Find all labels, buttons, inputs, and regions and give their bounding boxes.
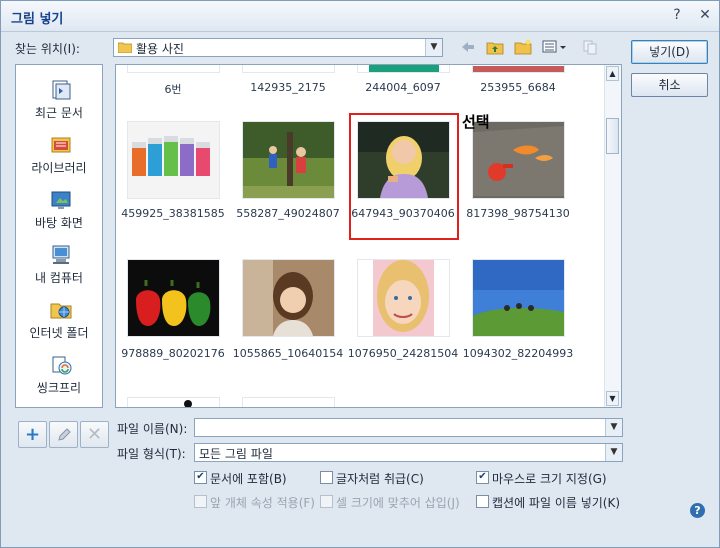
title-bar: 그림 넣기 ? ✕ — [1, 1, 719, 32]
place-label: 내 컴퓨터 — [35, 271, 83, 285]
checkbox[interactable]: ✔ — [476, 471, 489, 484]
file-name[interactable]: 978889_80202176 — [116, 347, 233, 360]
file-thumbnail[interactable] — [357, 259, 450, 337]
help-icon[interactable]: ? — [690, 503, 705, 518]
file-name[interactable]: 1076950_24281504 — [343, 347, 463, 360]
pencil-icon — [57, 428, 71, 441]
place-my-computer[interactable]: 내 컴퓨터 — [16, 244, 102, 294]
file-thumbnail[interactable] — [357, 65, 450, 73]
vertical-scrollbar[interactable]: ▲ ▼ — [604, 65, 621, 407]
internet-folder-icon — [50, 303, 72, 319]
selection-annotation: 선택 — [462, 113, 490, 131]
place-label: 최근 문서 — [35, 106, 83, 120]
file-name[interactable]: 253955_6684 — [458, 81, 578, 94]
selection-highlight — [349, 113, 459, 240]
file-thumbnail[interactable] — [127, 65, 220, 73]
file-name[interactable]: 817398_98754130 — [458, 207, 578, 220]
place-desktop[interactable]: 바탕 화면 — [16, 189, 102, 239]
option-label: 문서에 포함(B) — [210, 472, 287, 486]
option-label: 글자처럼 취급(C) — [336, 472, 424, 486]
file-thumbnail[interactable] — [127, 121, 220, 199]
checkbox[interactable] — [320, 495, 333, 508]
lookin-label: 찾는 위치(I): — [15, 42, 80, 56]
thinkfree-icon — [52, 356, 72, 375]
chevron-down-icon[interactable]: ▼ — [605, 444, 622, 461]
close-button[interactable]: ✕ — [695, 5, 715, 25]
recent-docs-icon — [52, 80, 71, 100]
view-menu-icon[interactable] — [542, 39, 568, 57]
file-name[interactable]: 459925_38381585 — [116, 207, 233, 220]
desktop-icon — [51, 191, 71, 209]
dialog-title: 그림 넣기 — [11, 12, 64, 27]
checkbox[interactable] — [320, 471, 333, 484]
option-label: 앞 개체 속성 적용(F) — [210, 496, 315, 510]
delete-button[interactable]: ✕ — [80, 421, 109, 448]
back-arrow-icon[interactable] — [458, 39, 478, 57]
place-internet-folder[interactable]: 인터넷 폴더 — [16, 299, 102, 349]
filetype-value: 모든 그림 파일 — [199, 447, 273, 461]
lookin-value: 활용 사진 — [136, 42, 184, 56]
file-thumbnail[interactable] — [127, 397, 220, 407]
help-title-button[interactable]: ? — [667, 5, 687, 25]
file-name[interactable]: 6번 — [116, 81, 233, 97]
chevron-down-icon[interactable]: ▼ — [605, 419, 622, 436]
place-label: 씽크프리 — [36, 381, 82, 395]
dialog-body: 찾는 위치(I): 활용 사진 ▼ 넣기(D) 취소 최근 문서 라이브러리 바… — [1, 32, 719, 547]
filetype-label: 파일 형식(T): — [117, 447, 186, 461]
scroll-thumb[interactable] — [606, 118, 619, 154]
place-label: 라이브러리 — [31, 161, 87, 175]
file-name[interactable]: 558287_49024807 — [228, 207, 348, 220]
file-thumbnail-view[interactable]: 6번 142935_2175 244004_6097 253955_6684 4… — [115, 64, 622, 408]
insert-picture-dialog: 그림 넣기 ? ✕ 찾는 위치(I): 활용 사진 ▼ 넣기(D) 취소 최근 … — [0, 0, 720, 548]
file-thumbnail[interactable] — [242, 397, 335, 407]
place-label: 인터넷 폴더 — [29, 326, 89, 340]
edit-button[interactable] — [49, 421, 78, 448]
checkbox[interactable]: ✔ — [194, 471, 207, 484]
scroll-up-icon[interactable]: ▲ — [606, 66, 619, 81]
place-recent-docs[interactable]: 최근 문서 — [16, 79, 102, 129]
file-name[interactable]: 1055865_10640154 — [228, 347, 348, 360]
option-label: 캡션에 파일 이름 넣기(K) — [492, 496, 621, 510]
add-button[interactable]: + — [18, 421, 47, 448]
file-thumbnail[interactable] — [242, 65, 335, 73]
file-thumbnail[interactable] — [242, 259, 335, 337]
file-name[interactable]: 1094302_82204993 — [458, 347, 578, 360]
option-label: 셀 크기에 맞추어 삽입(J) — [336, 496, 460, 510]
chevron-down-icon[interactable]: ▼ — [425, 39, 442, 56]
filetype-select[interactable]: 모든 그림 파일 ▼ — [194, 443, 623, 462]
place-label: 바탕 화면 — [35, 216, 83, 230]
cancel-button[interactable]: 취소 — [631, 73, 708, 97]
option-label: 마우스로 크기 지정(G) — [492, 472, 607, 486]
new-folder-icon[interactable] — [513, 39, 533, 57]
file-name[interactable]: 244004_6097 — [343, 81, 463, 94]
up-folder-icon[interactable] — [485, 39, 505, 57]
filename-input[interactable]: ▼ — [194, 418, 623, 437]
file-thumbnail[interactable] — [242, 121, 335, 199]
file-thumbnail[interactable] — [472, 259, 565, 337]
checkbox[interactable] — [476, 495, 489, 508]
scroll-down-icon[interactable]: ▼ — [606, 391, 619, 406]
place-thinkfree[interactable]: 씽크프리 — [16, 354, 102, 404]
file-thumbnail[interactable] — [127, 259, 220, 337]
library-icon — [51, 137, 71, 153]
lookin-dropdown[interactable]: 활용 사진 ▼ — [113, 38, 443, 57]
copy-icon[interactable] — [580, 39, 600, 57]
place-library[interactable]: 라이브러리 — [16, 134, 102, 184]
computer-icon — [52, 245, 70, 264]
file-name[interactable]: 142935_2175 — [228, 81, 348, 94]
checkbox[interactable] — [194, 495, 207, 508]
insert-button[interactable]: 넣기(D) — [631, 40, 708, 64]
file-thumbnail[interactable] — [472, 65, 565, 73]
folder-icon — [118, 42, 132, 53]
file-thumbnail[interactable] — [472, 121, 565, 199]
places-bar: 최근 문서 라이브러리 바탕 화면 내 컴퓨터 인터넷 폴더 씽크프리 — [15, 64, 103, 408]
filename-label: 파일 이름(N): — [117, 422, 188, 436]
